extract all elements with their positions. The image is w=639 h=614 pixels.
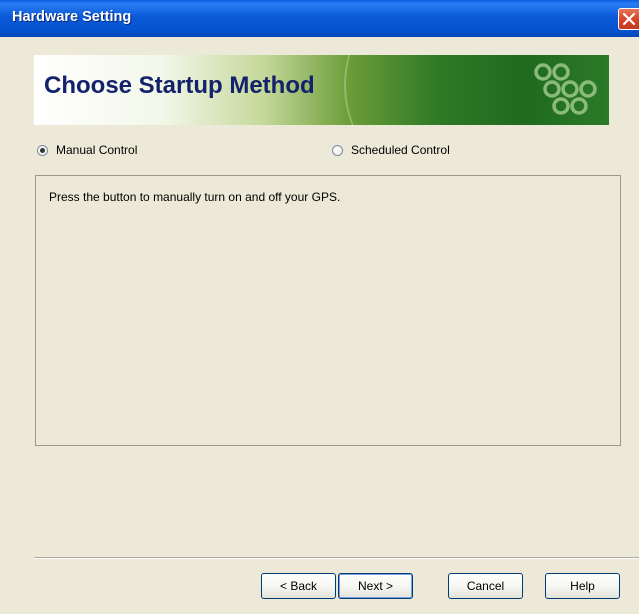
manual-control-radio[interactable] <box>37 144 48 156</box>
chain-links-logo-icon <box>531 61 601 122</box>
scheduled-control-radio[interactable] <box>332 144 343 156</box>
title-bar[interactable]: Hardware Setting <box>0 0 639 37</box>
description-panel: Press the button to manually turn on and… <box>35 175 621 446</box>
help-button[interactable]: Help <box>545 573 620 599</box>
scheduled-control-option[interactable]: Scheduled Control <box>332 142 450 158</box>
footer-separator <box>34 557 639 559</box>
header-banner: Choose Startup Method <box>34 55 609 125</box>
close-button[interactable] <box>618 8 639 30</box>
window-title: Hardware Setting <box>12 9 132 25</box>
page-title: Choose Startup Method <box>44 72 315 99</box>
back-button[interactable]: < Back <box>261 573 336 599</box>
description-text: Press the button to manually turn on and… <box>49 190 341 204</box>
manual-control-option[interactable]: Manual Control <box>37 142 137 158</box>
cancel-button[interactable]: Cancel <box>448 573 523 599</box>
scheduled-control-label: Scheduled Control <box>351 143 450 157</box>
next-button[interactable]: Next > <box>338 573 413 599</box>
hardware-setting-dialog: Hardware Setting Choose Startup Method M… <box>0 0 639 614</box>
manual-control-label: Manual Control <box>56 143 138 157</box>
